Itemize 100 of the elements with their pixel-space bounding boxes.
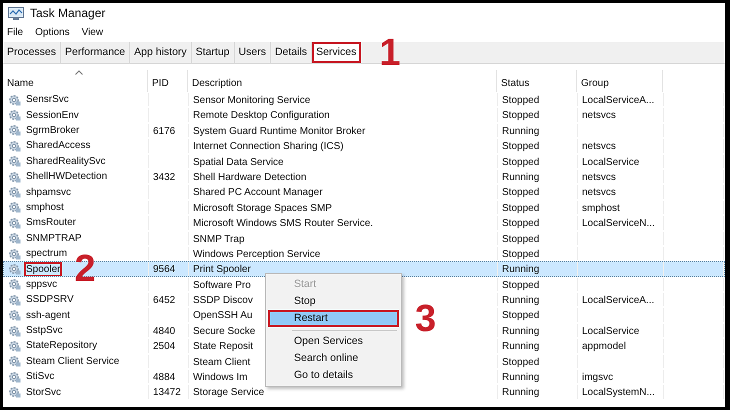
table-cell: LocalServiceA... bbox=[582, 95, 654, 106]
table-cell-text: SgrmBroker bbox=[25, 124, 80, 138]
column-header[interactable]: Status bbox=[497, 70, 577, 92]
gear-icon bbox=[8, 278, 21, 290]
table-cell-text: ShellHWDetection bbox=[25, 170, 108, 184]
table-row[interactable]: SharedAccess Internet Connection Sharing (ICS) Stopped netsvcs bbox=[3, 138, 725, 154]
sort-caret-icon bbox=[75, 70, 83, 75]
table-cell-text: SSDPSRV bbox=[25, 293, 75, 306]
table-cell: State Reposit bbox=[193, 341, 254, 352]
table-cell: Stopped bbox=[502, 248, 540, 260]
menu-item[interactable]: File bbox=[7, 24, 24, 40]
tab[interactable]: Processes bbox=[3, 42, 62, 63]
table-cell: Stopped bbox=[502, 234, 540, 245]
table-row[interactable]: SensrSvc Sensor Monitoring Service Stopped LocalServiceA... bbox=[3, 92, 725, 108]
tab[interactable]: Performance bbox=[61, 42, 130, 63]
gear-icon bbox=[8, 355, 21, 368]
menu-item[interactable]: Go to details bbox=[268, 367, 399, 384]
table-cell: Stopped bbox=[502, 156, 540, 168]
table-cell: Secure Socke bbox=[193, 326, 256, 337]
table-cell: Running bbox=[502, 126, 540, 137]
column-header[interactable]: Name bbox=[3, 70, 148, 92]
tab[interactable]: Services bbox=[312, 42, 362, 63]
table-row[interactable]: ShellHWDetection 3432 Shell Hardware Detection Running netsvcs bbox=[3, 168, 725, 184]
table-cell: Stopped bbox=[502, 187, 540, 198]
gear-icon bbox=[8, 232, 21, 244]
table-cell: netsvcs bbox=[582, 141, 616, 152]
table-row[interactable]: smphost Microsoft Storage Spaces SMP Stopped smphost bbox=[3, 200, 725, 216]
menu-item[interactable]: Options bbox=[35, 24, 70, 40]
menu-item[interactable]: Search online bbox=[268, 350, 399, 367]
menu-item[interactable]: View bbox=[82, 24, 104, 40]
app-icon bbox=[8, 6, 24, 20]
table-cell-text: SstpSvc bbox=[25, 324, 64, 338]
table-cell: Storage Service bbox=[193, 387, 264, 398]
table-cell: Windows Perception Service bbox=[193, 248, 320, 260]
table-row[interactable]: SgrmBroker 6176 System Guard Runtime Monitor Broker Running bbox=[3, 122, 725, 138]
table-cell: Print Spooler bbox=[193, 264, 251, 276]
table-cell: Stopped bbox=[502, 141, 540, 152]
table-cell: Microsoft Storage Spaces SMP bbox=[193, 202, 332, 214]
table-cell: LocalService bbox=[582, 156, 640, 168]
gear-icon bbox=[8, 216, 21, 229]
tab[interactable]: Startup bbox=[192, 42, 235, 63]
table-cell: Spooler bbox=[24, 262, 62, 276]
table-cell-text: SharedAccess bbox=[25, 139, 92, 153]
table-cell: Stopped bbox=[502, 202, 540, 214]
column-header[interactable]: Group bbox=[577, 70, 663, 92]
table-row[interactable]: shpamsvc Shared PC Account Manager Stopped netsvcs bbox=[3, 184, 725, 200]
table-cell-text: shpamsvc bbox=[25, 186, 72, 199]
tab[interactable]: App history bbox=[130, 42, 192, 63]
table-cell: netsvcs bbox=[582, 187, 616, 198]
table-cell: Stopped bbox=[502, 218, 540, 230]
table-cell: Running bbox=[502, 387, 540, 398]
table-cell: Running bbox=[502, 372, 540, 384]
table-cell: 3432 bbox=[153, 172, 176, 183]
table-cell: Windows Im bbox=[193, 372, 248, 384]
table-cell: Internet Connection Sharing (ICS) bbox=[193, 141, 344, 152]
table-cell: Stopped bbox=[502, 95, 540, 106]
table-cell: netsvcs bbox=[582, 110, 616, 122]
table-cell-text: sppsvc bbox=[25, 278, 58, 292]
table-cell-text: SmsRouter bbox=[25, 216, 78, 230]
table-cell: 13472 bbox=[153, 387, 181, 398]
table-cell: Spatial Data Service bbox=[193, 156, 284, 168]
table-cell-text: StateRepository bbox=[25, 339, 98, 353]
gear-icon bbox=[8, 294, 21, 306]
table-cell: 9564 bbox=[153, 264, 176, 276]
table-cell: netsvcs bbox=[582, 172, 616, 183]
tab[interactable]: Users bbox=[234, 42, 271, 63]
gear-icon bbox=[8, 94, 21, 106]
table-cell: Steam Client bbox=[193, 356, 250, 368]
table-cell-text: StorSvc bbox=[25, 386, 62, 399]
table-cell: Shared PC Account Manager bbox=[193, 187, 323, 198]
table-cell-text: SharedRealitySvc bbox=[25, 154, 106, 168]
table-cell: Stopped bbox=[502, 110, 540, 122]
menu-item[interactable]: Restart bbox=[268, 310, 399, 327]
table-row[interactable]: SNMPTRAP SNMP Trap Stopped bbox=[3, 230, 725, 246]
table-cell: Running bbox=[502, 172, 540, 183]
gear-icon bbox=[8, 262, 21, 275]
column-header[interactable]: PID bbox=[148, 70, 188, 92]
table-cell: OpenSSH Au bbox=[193, 310, 252, 322]
table-cell-text: Steam Client Service bbox=[25, 354, 120, 368]
menu-item[interactable]: Stop bbox=[268, 293, 399, 310]
table-cell: Sensor Monitoring Service bbox=[193, 95, 310, 106]
table-cell: LocalSystemN... bbox=[582, 387, 655, 398]
table-cell: 4840 bbox=[153, 326, 176, 337]
table-row[interactable]: SessionEnv Remote Desktop Configuration Stopped netsvcs bbox=[3, 107, 725, 123]
gear-icon bbox=[8, 324, 21, 337]
window-title: Task Manager bbox=[30, 5, 106, 22]
table-cell: Microsoft Windows SMS Router Service. bbox=[193, 218, 374, 230]
column-header[interactable]: Description bbox=[188, 70, 497, 92]
gear-icon bbox=[8, 309, 21, 322]
table-cell: Software Pro bbox=[193, 280, 251, 291]
gear-icon bbox=[8, 124, 21, 136]
gear-icon bbox=[8, 186, 21, 198]
table-cell: Stopped bbox=[502, 280, 540, 291]
table-cell: Running bbox=[502, 295, 540, 306]
table-cell: System Guard Runtime Monitor Broker bbox=[193, 126, 366, 137]
table-row[interactable]: SmsRouter Microsoft Windows SMS Router Service. Stopped LocalServiceN... bbox=[3, 215, 725, 231]
table-cell-text: StiSvc bbox=[25, 370, 56, 384]
table-cell: SNMP Trap bbox=[193, 234, 244, 245]
annotation-number: 1 bbox=[379, 34, 400, 72]
table-row[interactable]: SharedRealitySvc Spatial Data Service Stopped LocalService bbox=[3, 154, 725, 169]
